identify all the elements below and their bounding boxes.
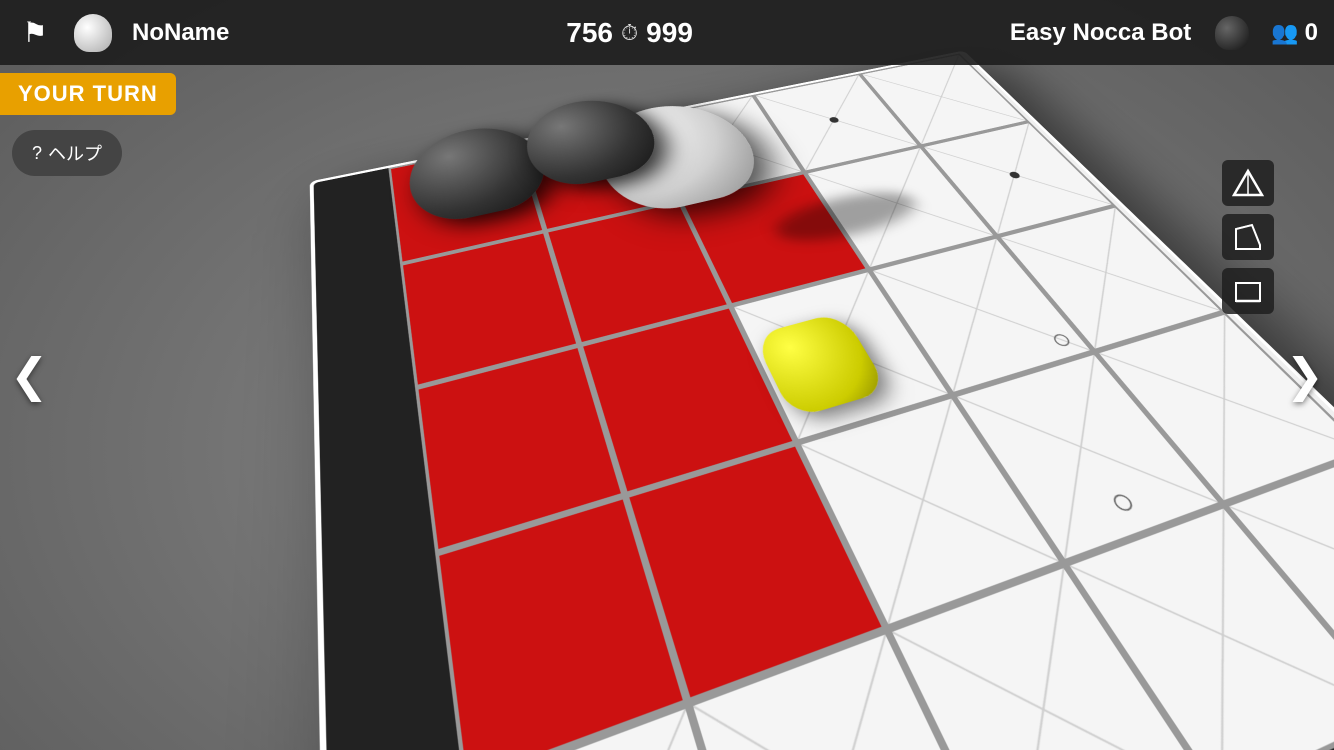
- help-question-mark: ?: [32, 143, 42, 164]
- top-view-button[interactable]: [1222, 160, 1274, 206]
- header-bar: ⚑ NoName 756 ⏱ 999 Easy Nocca Bot 👥 0: [0, 0, 1334, 65]
- side-view-button[interactable]: [1222, 268, 1274, 314]
- game-area: NOCCA NOCCA NOCCA: [0, 0, 1334, 750]
- flag-icon: ⚑: [22, 16, 47, 49]
- board-scene: NOCCA NOCCA NOCCA: [0, 60, 1334, 750]
- left-arrow-button[interactable]: ❮: [10, 348, 49, 402]
- cell-red-1-2[interactable]: [580, 306, 797, 496]
- view-buttons-panel: [1222, 160, 1274, 314]
- help-label: ヘルプ: [48, 140, 102, 166]
- board-container: NOCCA NOCCA NOCCA: [310, 51, 1334, 750]
- bot-piece-black: [1215, 16, 1249, 50]
- bot-name: Easy Nocca Bot: [1010, 19, 1191, 47]
- right-arrow-button[interactable]: ❯: [1285, 348, 1324, 402]
- players-area: 👥 0: [1271, 19, 1318, 47]
- player-name: NoName: [132, 19, 229, 47]
- flag-button[interactable]: ⚑: [16, 14, 54, 52]
- your-turn-badge: YOUR TURN: [0, 73, 176, 115]
- angle-view-icon: [1232, 221, 1264, 253]
- players-count: 0: [1305, 19, 1318, 47]
- players-icon: 👥: [1271, 20, 1298, 46]
- side-view-icon: [1232, 275, 1264, 307]
- game-board[interactable]: NOCCA NOCCA NOCCA: [310, 51, 1334, 750]
- top-view-icon: [1232, 167, 1264, 199]
- player-score: 756: [566, 17, 613, 49]
- clock-icon: ⏱: [621, 20, 638, 46]
- time-display: 999: [646, 17, 693, 49]
- angle-view-button[interactable]: [1222, 214, 1274, 260]
- score-area: 756 ⏱ 999: [261, 17, 997, 49]
- help-button[interactable]: ? ヘルプ: [12, 130, 122, 176]
- player-piece-white: [74, 14, 112, 52]
